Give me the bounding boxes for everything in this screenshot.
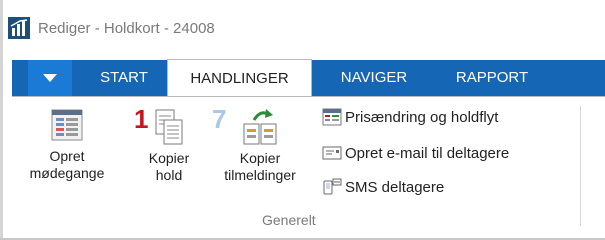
title-bar: Rediger - Holdkort - 24008 bbox=[8, 14, 215, 42]
kopier-tilmeldinger-label-1: Kopier bbox=[239, 150, 281, 166]
opret-modegange-label-2: mødegange bbox=[29, 165, 105, 181]
copy-enrollments-icon bbox=[243, 109, 277, 145]
dropdown-triangle-icon bbox=[43, 74, 57, 82]
window-title: Rediger - Holdkort - 24008 bbox=[38, 19, 215, 37]
app-logo-icon bbox=[8, 17, 30, 39]
prisaendring-button[interactable]: Prisændring og holdflyt bbox=[322, 106, 498, 128]
kopier-hold-button[interactable]: Kopier hold bbox=[138, 108, 200, 184]
list-form-icon bbox=[51, 109, 83, 141]
phone-sms-icon bbox=[323, 178, 342, 195]
sms-deltagere-button[interactable]: SMS deltagere bbox=[322, 176, 444, 198]
opret-modegange-button[interactable]: Opret mødegange bbox=[28, 108, 106, 182]
opret-modegange-label-1: Opret bbox=[49, 148, 85, 164]
group-separator bbox=[580, 106, 581, 226]
price-change-icon bbox=[322, 108, 342, 126]
kopier-tilmeldinger-label-2: tilmeldinger bbox=[224, 167, 296, 183]
opret-email-label: Opret e-mail til deltagere bbox=[345, 144, 510, 162]
tab-rapport[interactable]: RAPPORT bbox=[437, 60, 547, 96]
window: Rediger - Holdkort - 24008 START HANDLIN… bbox=[0, 0, 605, 240]
tab-handlinger[interactable]: HANDLINGER bbox=[167, 59, 312, 98]
ribbon-tab-bar: START HANDLINGER NAVIGER RAPPORT bbox=[12, 59, 605, 98]
kopier-tilmeldinger-button[interactable]: Kopier tilmeldinger bbox=[208, 108, 312, 184]
tab-naviger[interactable]: NAVIGER bbox=[324, 60, 424, 96]
email-icon bbox=[322, 146, 342, 160]
group-label-generelt: Generelt bbox=[262, 212, 316, 228]
sms-deltagere-label: SMS deltagere bbox=[345, 178, 445, 196]
kopier-hold-label-1: Kopier bbox=[148, 150, 190, 166]
app-menu-button[interactable] bbox=[28, 60, 72, 96]
kopier-hold-label-2: hold bbox=[155, 167, 183, 183]
prisaendring-label: Prisændring og holdflyt bbox=[345, 108, 499, 126]
tab-start[interactable]: START bbox=[88, 60, 160, 96]
opret-email-button[interactable]: Opret e-mail til deltagere bbox=[322, 142, 509, 164]
window-left-border bbox=[0, 0, 3, 240]
copy-document-icon bbox=[155, 109, 183, 145]
